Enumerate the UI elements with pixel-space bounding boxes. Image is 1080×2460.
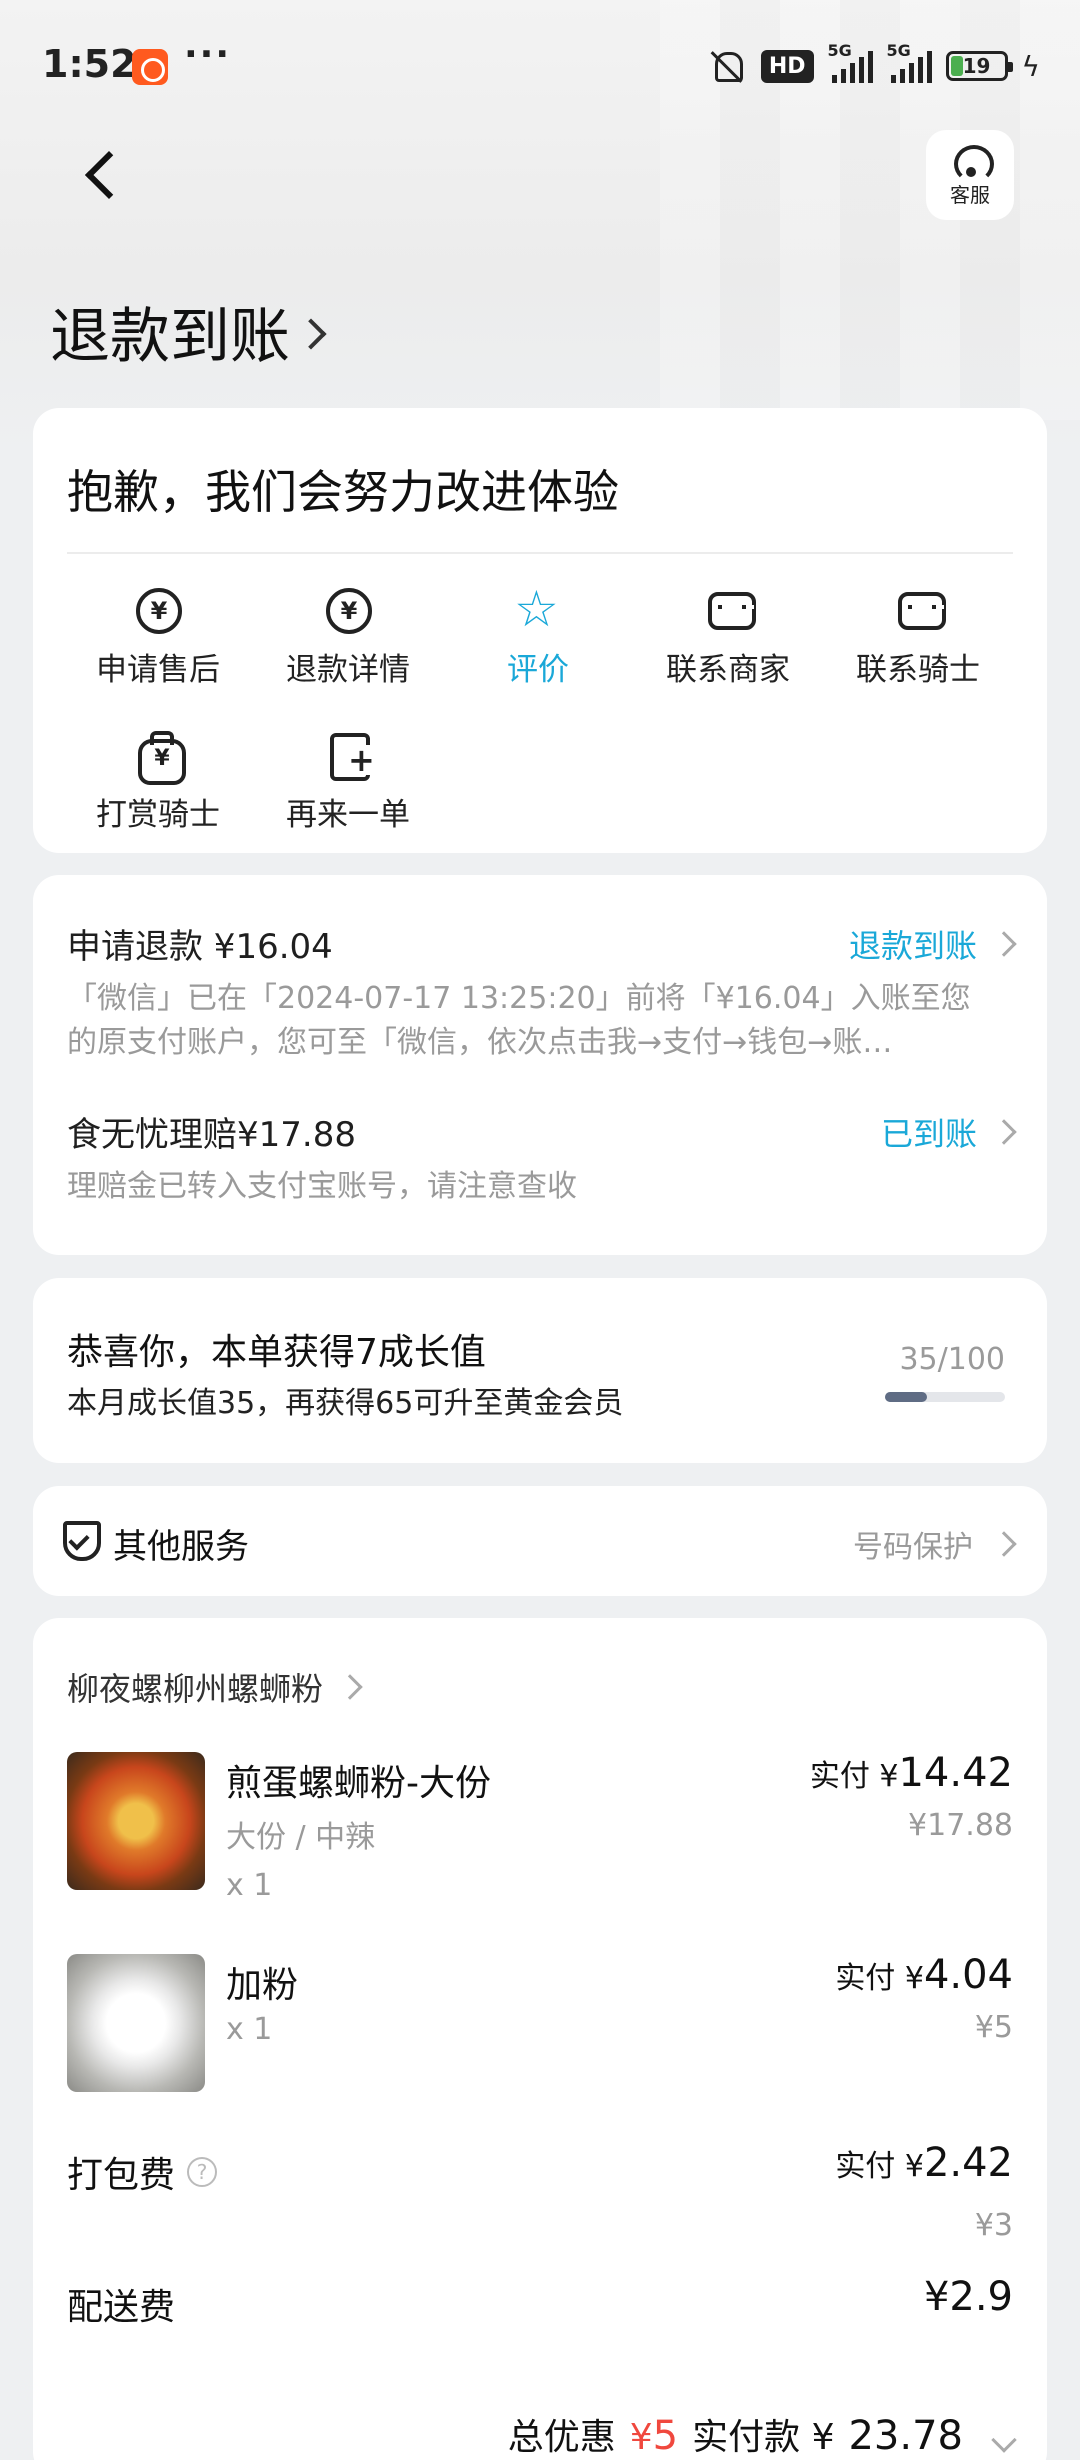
refund-desc-line2: 的原支付账户，您可至「微信，依次点击我→支付→钱包→账… xyxy=(67,1025,893,1060)
paid-label: 实付款 ¥ xyxy=(692,2417,835,2458)
refund-card: 申请退款 ¥16.04 退款到账 「微信」已在「2024-07-17 13:25… xyxy=(33,875,1047,1255)
order-total[interactable]: 总优惠 ¥5 实付款 ¥ 23.78 xyxy=(507,2408,1017,2460)
claim-status: 已到账 xyxy=(881,1109,1017,1155)
shield-check-icon xyxy=(61,1519,101,1563)
action-label: 评价 xyxy=(507,652,569,688)
yen-refresh-icon xyxy=(326,588,372,634)
signal-icon-2: 5G xyxy=(887,41,932,83)
page-title[interactable]: 退款到账 xyxy=(50,288,327,375)
status-time: 1:52 xyxy=(42,42,137,86)
growth-progress-fill xyxy=(885,1392,927,1402)
action-refund-details[interactable]: 退款详情 xyxy=(253,588,443,689)
status-bar: 1:52 ··· HD 5G 5G 19 ϟ xyxy=(0,0,1080,130)
item-paid-price: 实付 ¥4.04 xyxy=(835,1952,1013,1998)
action-label: 打赏骑士 xyxy=(96,797,220,833)
feedback-title: 抱歉，我们会努力改进体验 xyxy=(67,465,619,519)
other-services-card[interactable]: 其他服务 号码保护 xyxy=(33,1486,1047,1596)
feedback-card: 抱歉，我们会努力改进体验 申请售后 退款详情 评价 联系商家 联系骑士 打赏骑士… xyxy=(33,408,1047,853)
chat-icon xyxy=(706,588,756,632)
charging-icon: ϟ xyxy=(1021,49,1040,83)
action-contact-rider[interactable]: 联系骑士 xyxy=(823,588,1013,689)
discount-value: ¥5 xyxy=(629,2413,679,2459)
refund-status: 退款到账 xyxy=(849,921,1017,967)
money-bag-icon xyxy=(136,731,186,785)
growth-subtitle: 本月成长值35，再获得65可升至黄金会员 xyxy=(67,1386,624,1421)
chevron-right-icon xyxy=(991,1118,1017,1145)
growth-progress-bar xyxy=(885,1392,1005,1402)
chat-icon xyxy=(896,588,946,632)
refund-label: 申请退款 ¥16.04 xyxy=(67,927,333,967)
status-icons: HD 5G 5G 19 ϟ xyxy=(707,41,1040,86)
chevron-right-icon xyxy=(991,1531,1017,1557)
note-add-icon xyxy=(326,733,374,781)
page-title-text: 退款到账 xyxy=(50,302,290,372)
growth-progress-text: 35/100 xyxy=(899,1342,1005,1377)
customer-service-label: 客服 xyxy=(950,182,990,207)
chevron-right-icon xyxy=(337,1674,363,1700)
help-icon[interactable]: ? xyxy=(187,2157,218,2187)
refund-row[interactable]: 申请退款 ¥16.04 退款到账 xyxy=(67,919,1017,968)
action-label: 联系商家 xyxy=(666,652,790,688)
item-image-fried-egg-noodles[interactable] xyxy=(67,1752,205,1890)
growth-title: 恭喜你，本单获得7成长值 xyxy=(67,1332,486,1373)
item-image-extra-noodles[interactable] xyxy=(67,1954,205,2092)
action-label: 再来一单 xyxy=(286,797,410,833)
delivery-fee-value: ¥2.9 xyxy=(923,2274,1013,2320)
item-original-price: ¥5 xyxy=(974,2010,1013,2045)
packing-fee-paid: 实付 ¥2.42 xyxy=(835,2140,1013,2186)
action-after-sales[interactable]: 申请售后 xyxy=(63,588,253,689)
chevron-right-icon xyxy=(295,317,327,350)
other-services-title: 其他服务 xyxy=(113,1527,249,1567)
action-tip-rider[interactable]: 打赏骑士 xyxy=(63,731,253,834)
item-qty: x 1 xyxy=(226,2012,273,2047)
store-name: 柳夜螺柳州螺蛳粉 xyxy=(67,1670,324,1708)
divider xyxy=(67,552,1013,554)
claim-label: 食无忧理赔¥17.88 xyxy=(67,1115,356,1155)
claim-row[interactable]: 食无忧理赔¥17.88 已到账 xyxy=(67,1107,1017,1156)
action-label: 联系骑士 xyxy=(856,652,980,688)
store-link[interactable]: 柳夜螺柳州螺蛳粉 xyxy=(67,1664,363,1710)
discount-label: 总优惠 xyxy=(507,2417,616,2458)
refund-desc-line1: 「微信」已在「2024-07-17 13:25:20」前将「¥16.04」入账至… xyxy=(67,981,971,1016)
growth-card[interactable]: 恭喜你，本单获得7成长值 本月成长值35，再获得65可升至黄金会员 35/100 xyxy=(33,1278,1047,1463)
packing-fee-label: 打包费 ? xyxy=(67,2146,218,2198)
action-label: 退款详情 xyxy=(286,652,410,688)
hd-icon: HD xyxy=(760,49,814,83)
action-contact-merchant[interactable]: 联系商家 xyxy=(633,588,823,689)
item-name: 加粉 xyxy=(226,1965,299,2006)
battery-icon: 19 xyxy=(945,51,1013,81)
item-name: 煎蛋螺蛳粉-大份 xyxy=(226,1763,491,1804)
item-original-price: ¥17.88 xyxy=(908,1808,1013,1843)
chevron-down-icon[interactable] xyxy=(991,2427,1017,2453)
action-reorder[interactable]: 再来一单 xyxy=(253,733,443,834)
item-qty: x 1 xyxy=(226,1868,273,1903)
customer-service-button[interactable]: 客服 xyxy=(926,130,1014,220)
order-card: 柳夜螺柳州螺蛳粉 煎蛋螺蛳粉-大份 大份 / 中辣 x 1 实付 ¥14.42 … xyxy=(33,1618,1047,2460)
headset-icon xyxy=(950,143,994,183)
claim-desc: 理赔金已转入支付宝账号，请注意查收 xyxy=(67,1169,577,1204)
app-notification-icon xyxy=(132,49,168,85)
action-review[interactable]: 评价 xyxy=(443,580,633,689)
delivery-fee-label: 配送费 xyxy=(67,2287,176,2328)
number-protection-link[interactable]: 号码保护 xyxy=(853,1522,1017,1566)
item-paid-price: 实付 ¥14.42 xyxy=(809,1750,1013,1796)
action-label: 申请售后 xyxy=(96,652,220,688)
chevron-right-icon xyxy=(991,930,1017,957)
more-notifications-icon: ··· xyxy=(184,34,232,75)
mute-icon xyxy=(707,48,747,84)
back-button[interactable] xyxy=(70,140,140,210)
item-spec: 大份 / 中辣 xyxy=(226,1820,376,1855)
paid-value: 23.78 xyxy=(848,2413,963,2459)
yen-circle-icon xyxy=(136,588,182,634)
signal-icon: 5G xyxy=(828,41,873,83)
packing-fee-original: ¥3 xyxy=(974,2208,1013,2243)
star-icon xyxy=(514,580,560,638)
